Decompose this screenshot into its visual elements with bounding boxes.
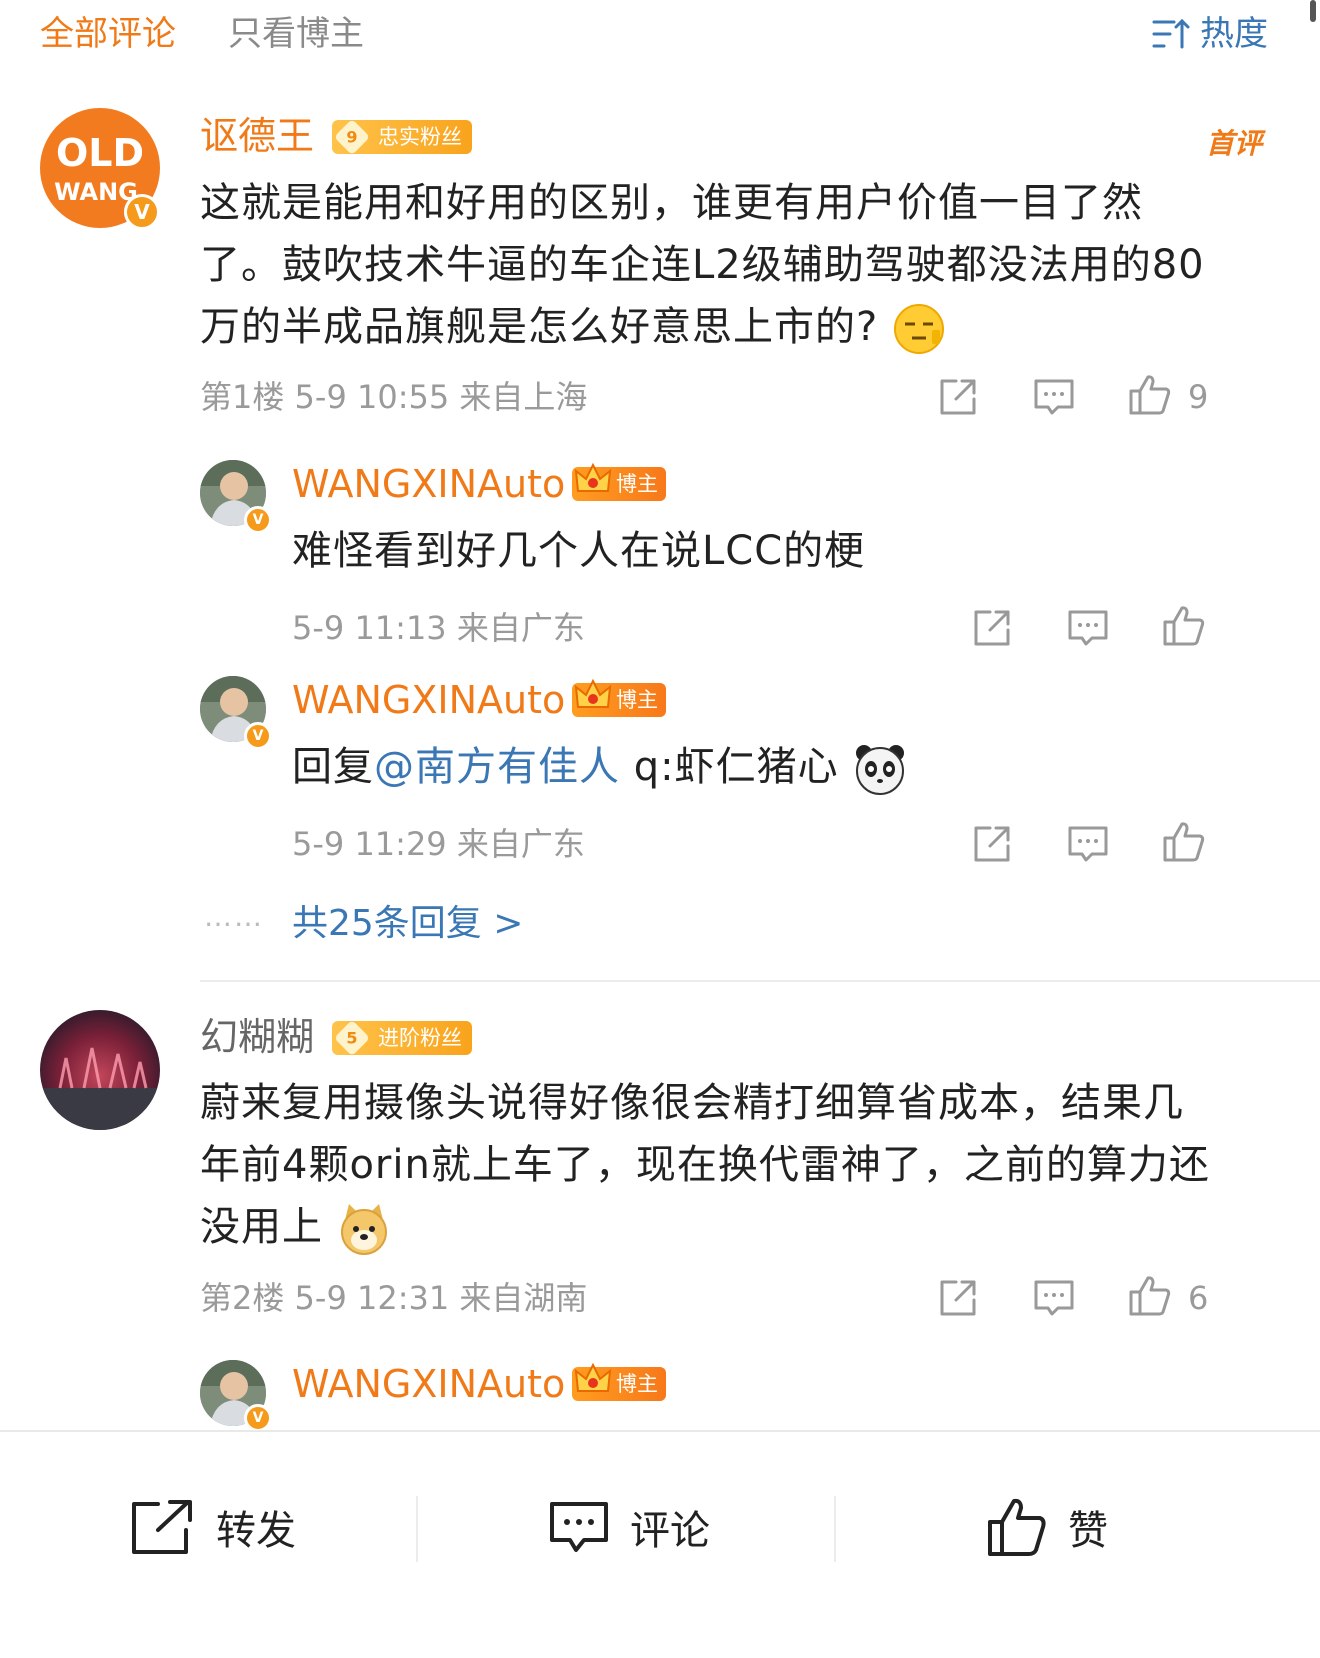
like-count: 6	[1188, 1279, 1209, 1317]
separator	[834, 1496, 836, 1562]
comment-label: 评论	[630, 1508, 710, 1554]
reply-user-name[interactable]: WANGXINAuto	[292, 676, 565, 724]
tab-all-comments[interactable]: 全部评论	[40, 12, 176, 56]
panda-emoji	[856, 745, 905, 795]
thumbs-up-icon[interactable]	[1162, 820, 1206, 864]
fan-level-icon: 9	[333, 118, 371, 156]
comment-text: 这就是能用和好用的区别，谁更有用户价值一目了然了。鼓吹技术牛逼的车企连L2级辅助…	[200, 172, 1210, 358]
like-button[interactable]: 赞	[986, 1492, 1108, 1562]
comment-text: 蔚来复用摄像头说得好像很会精打细算省成本，结果几年前4颗orin就上车了，现在换…	[200, 1072, 1212, 1258]
thumbs-up-icon[interactable]	[1128, 1274, 1172, 1318]
fan-badge-label: 忠实粉丝	[378, 125, 462, 149]
comment-meta: 第1楼 5-9 10:55 来自上海	[200, 378, 588, 416]
more-replies-link[interactable]: 共25条回复 >	[292, 902, 523, 946]
avatar[interactable]	[40, 1010, 160, 1130]
fan-badge[interactable]: 9 忠实粉丝	[332, 118, 472, 156]
sort-label: 热度	[1200, 14, 1268, 54]
more-replies-dots: ……	[204, 900, 264, 933]
separator	[416, 1496, 418, 1562]
share-icon[interactable]	[970, 822, 1014, 866]
like-count: 9	[1188, 378, 1209, 416]
verified-icon: V	[244, 506, 272, 534]
host-badge: 博主	[572, 1362, 666, 1401]
crown-icon	[574, 1362, 612, 1392]
verified-icon: V	[244, 1404, 272, 1432]
comment-icon[interactable]	[1032, 1276, 1076, 1320]
reply-user-name[interactable]: WANGXINAuto	[292, 460, 565, 508]
reply-text: 难怪看到好几个人在说LCC的梗	[292, 528, 866, 574]
fountain-photo	[40, 1047, 160, 1130]
reply-meta: 5-9 11:13 来自广东	[292, 609, 585, 647]
thumbs-up-icon	[988, 1498, 1046, 1556]
thumbs-up-icon[interactable]	[1128, 373, 1172, 417]
sort-button[interactable]: 热度	[1152, 12, 1268, 56]
svg-text:OLD: OLD	[56, 131, 144, 175]
comment-icon	[550, 1502, 608, 1552]
share-icon[interactable]	[970, 606, 1014, 650]
reply-text: 回复@南方有佳人 q:虾仁猪心	[292, 736, 908, 798]
reply-user-name[interactable]: WANGXINAuto	[292, 1360, 565, 1408]
thumbs-up-icon[interactable]	[1162, 604, 1206, 648]
host-badge: 博主	[572, 462, 666, 501]
comment-icon[interactable]	[1066, 822, 1110, 866]
repost-label: 转发	[216, 1508, 296, 1554]
fan-badge-label: 进阶粉丝	[378, 1026, 462, 1050]
crown-icon	[574, 678, 612, 708]
divider	[200, 980, 1320, 982]
like-label: 赞	[1068, 1508, 1108, 1554]
verified-icon: V	[124, 194, 160, 230]
repost-button[interactable]: 转发	[130, 1492, 296, 1562]
repost-icon	[132, 1500, 192, 1554]
tab-author-only[interactable]: 只看博主	[228, 12, 364, 56]
fan-badge[interactable]: 5 进阶粉丝	[332, 1019, 472, 1057]
comment-user-name[interactable]: 幻糊糊	[200, 1013, 314, 1061]
bottom-action-bar: 转发 评论 赞	[0, 1430, 1320, 1658]
comment-user-name[interactable]: 讴德王	[200, 112, 314, 160]
scrollbar-thumb[interactable]	[1310, 0, 1316, 22]
fan-level-icon: 5	[333, 1019, 371, 1057]
comment-icon[interactable]	[1032, 375, 1076, 419]
share-icon[interactable]	[936, 1276, 980, 1320]
doge-emoji	[340, 1204, 387, 1255]
comment-button[interactable]: 评论	[548, 1492, 710, 1562]
verified-icon: V	[244, 722, 272, 750]
comment-meta: 第2楼 5-9 12:31 来自湖南	[200, 1279, 588, 1317]
sort-icon	[1152, 18, 1190, 49]
share-icon[interactable]	[936, 375, 980, 419]
crown-icon	[574, 462, 612, 492]
first-comment-tag: 首评	[1205, 127, 1262, 160]
host-badge: 博主	[572, 678, 666, 717]
mention-link[interactable]: @南方有佳人	[374, 744, 620, 790]
svg-text:WANG: WANG	[54, 178, 138, 206]
sleepy-face-emoji	[893, 304, 944, 354]
comment-icon[interactable]	[1066, 606, 1110, 650]
reply-meta: 5-9 11:29 来自广东	[292, 825, 585, 863]
